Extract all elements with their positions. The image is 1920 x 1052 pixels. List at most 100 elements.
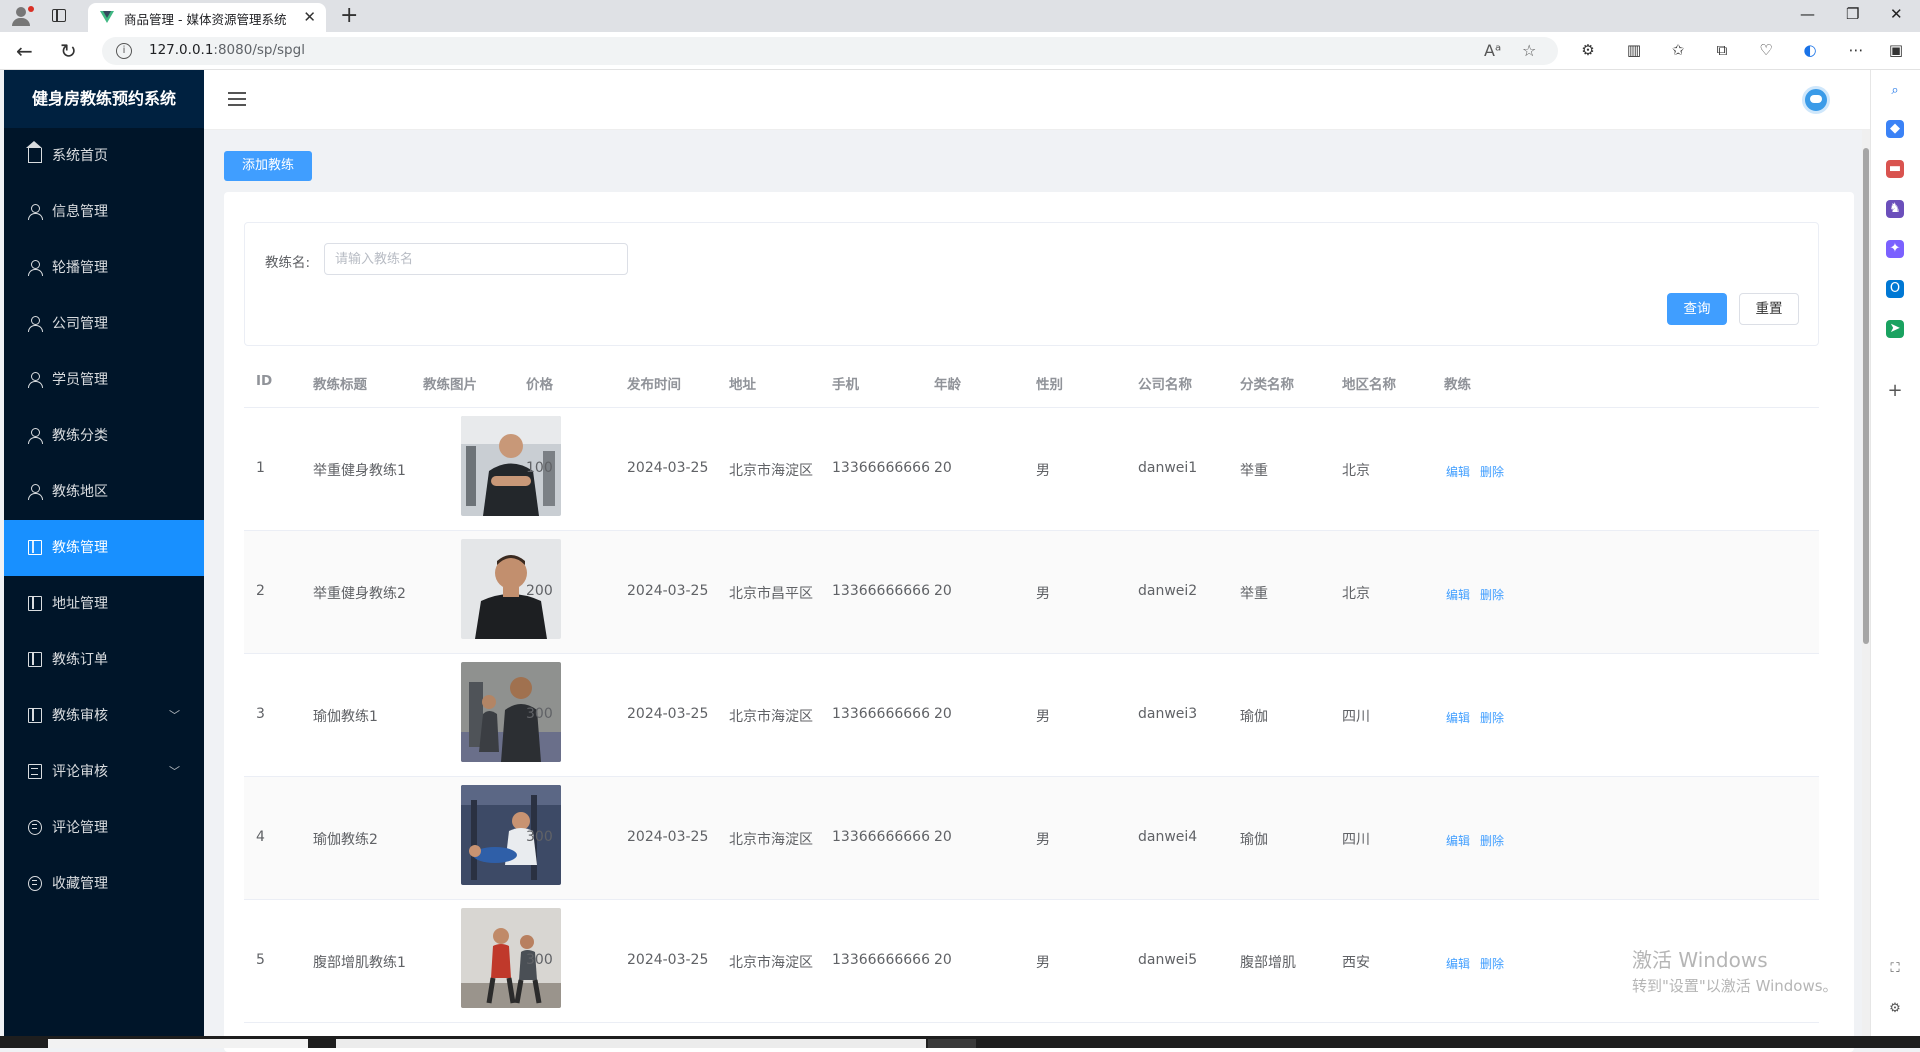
browser-tab[interactable]: 商品管理 - 媒体资源管理系统 ✕ [88, 3, 326, 32]
sidebar-item-favorites[interactable]: 收藏管理 [4, 856, 204, 912]
restore-icon[interactable]: ❐ [1846, 5, 1859, 23]
home-icon [26, 141, 42, 163]
cell-date: 2024-03-25 [627, 829, 709, 845]
table-row: 2 举重健身教练2 200 2024-03-25 北京市昌平区 13366666… [244, 531, 1819, 654]
profile-icon[interactable] [10, 6, 34, 26]
sidebar-item-address[interactable]: 地址管理 [4, 576, 204, 632]
cell-price: 200 [526, 583, 553, 599]
outlook-icon[interactable]: O [1886, 280, 1904, 298]
cell-category: 举重 [1240, 463, 1268, 479]
avatar[interactable] [1802, 86, 1830, 114]
drop-icon[interactable]: ➤ [1886, 320, 1904, 338]
reload-icon[interactable]: ↻ [60, 39, 77, 63]
chat-icon [28, 820, 42, 835]
app-header [204, 70, 1870, 130]
sidebar-item-coach-management[interactable]: 教练管理 [4, 520, 204, 576]
screenshot-icon[interactable]: ⛶ [1886, 960, 1904, 978]
cell-id: 2 [256, 583, 265, 599]
search-panel: 教练名: 查询 重置 [244, 222, 1819, 346]
sidebar-item-coach-review[interactable]: 教练审核 ﹀ [4, 688, 204, 744]
browser-essentials-icon[interactable]: ♡ [1756, 40, 1776, 60]
menu-toggle-icon[interactable] [228, 92, 246, 108]
edit-button[interactable]: 编辑 [1446, 463, 1470, 480]
scrollbar-thumb[interactable] [1863, 148, 1869, 644]
favorite-star-icon[interactable]: ☆ [1522, 41, 1536, 60]
sidebar-item-coach-category[interactable]: 教练分类 [4, 408, 204, 464]
delete-button[interactable]: 删除 [1480, 586, 1504, 603]
read-aloud-icon[interactable]: Aᵃ [1484, 41, 1501, 60]
edit-button[interactable]: 编辑 [1446, 955, 1470, 972]
reset-button[interactable]: 重置 [1739, 293, 1799, 325]
column-header: 手机 [832, 377, 859, 393]
cell-sex: 男 [1036, 955, 1050, 971]
sidebar-item-coach-region[interactable]: 教练地区 [4, 464, 204, 520]
delete-button[interactable]: 删除 [1480, 709, 1504, 726]
cell-region: 四川 [1342, 832, 1370, 848]
delete-button[interactable]: 删除 [1480, 955, 1504, 972]
cell-phone: 13366666666 [832, 583, 930, 599]
delete-button[interactable]: 删除 [1480, 832, 1504, 849]
settings-gear-icon[interactable]: ⚙ [1886, 1000, 1904, 1018]
column-header: ID [256, 373, 273, 389]
sidebar-toggle-icon[interactable]: ▣ [1886, 40, 1906, 60]
edit-button[interactable]: 编辑 [1446, 709, 1470, 726]
book-icon [28, 708, 42, 723]
sidebar-item-comments[interactable]: 评论管理 [4, 800, 204, 856]
tab-actions-icon[interactable] [52, 9, 66, 22]
cell-age: 20 [934, 952, 952, 968]
sidebar-item-home[interactable]: 系统首页 [4, 128, 204, 184]
split-screen-icon[interactable]: ▥ [1624, 40, 1644, 60]
url-field[interactable]: i 127.0.0.1:8080/sp/spgl Aᵃ ☆ [102, 37, 1558, 65]
games-icon[interactable]: ♞ [1886, 200, 1904, 218]
add-panel-icon[interactable]: + [1886, 382, 1904, 400]
sidebar-item-label: 公司管理 [52, 316, 108, 332]
edit-button[interactable]: 编辑 [1446, 832, 1470, 849]
extensions-icon[interactable]: ⚙ [1578, 40, 1598, 60]
collections-icon[interactable]: ⧉ [1712, 40, 1732, 60]
minimize-icon[interactable]: — [1800, 5, 1815, 23]
app-sidebar: 健身房教练预约系统 系统首页 信息管理 轮播管理 公司管理 学员管理 教练分类 … [4, 70, 204, 1036]
chat-icon [28, 876, 42, 891]
copilot-icon[interactable]: ◐ [1800, 40, 1820, 60]
delete-button[interactable]: 删除 [1480, 463, 1504, 480]
back-icon[interactable]: ← [16, 39, 33, 63]
sidebar-item-students[interactable]: 学员管理 [4, 352, 204, 408]
page-scrollbar[interactable] [1862, 130, 1870, 1036]
sidebar-item-label: 轮播管理 [52, 260, 108, 276]
sidebar-item-comment-review[interactable]: 评论审核 ﹀ [4, 744, 204, 800]
edit-button[interactable]: 编辑 [1446, 586, 1470, 603]
sidebar-item-info[interactable]: 信息管理 [4, 184, 204, 240]
cell-title: 瑜伽教练2 [313, 832, 378, 848]
column-header: 公司名称 [1138, 377, 1192, 393]
cell-sex: 男 [1036, 709, 1050, 725]
cell-address: 北京市海淀区 [729, 463, 813, 479]
cell-company: danwei4 [1138, 829, 1198, 845]
cell-company: danwei3 [1138, 706, 1198, 722]
shopping-icon[interactable]: ◆ [1886, 120, 1904, 138]
sidebar-item-label: 教练管理 [52, 540, 108, 556]
query-button[interactable]: 查询 [1667, 293, 1727, 325]
add-coach-button[interactable]: 添加教练 [224, 151, 312, 181]
sidebar-item-label: 地址管理 [52, 596, 108, 612]
cell-sex: 男 [1036, 832, 1050, 848]
favorites-icon[interactable]: ✩ [1668, 40, 1688, 60]
coach-name-input[interactable] [324, 243, 628, 275]
cell-company: danwei2 [1138, 583, 1198, 599]
window-close-icon[interactable]: ✕ [1890, 5, 1903, 23]
search-icon[interactable]: ⌕ [1886, 82, 1904, 100]
copilot-side-icon[interactable]: ✦ [1886, 240, 1904, 258]
cell-phone: 13366666666 [832, 952, 930, 968]
close-tab-icon[interactable]: ✕ [303, 8, 316, 26]
watermark-subtitle: 转到"设置"以激活 Windows。 [1632, 977, 1838, 995]
sidebar-item-company[interactable]: 公司管理 [4, 296, 204, 352]
tools-icon[interactable]: ▬ [1886, 160, 1904, 178]
user-icon [28, 204, 43, 220]
sidebar-item-coach-orders[interactable]: 教练订单 [4, 632, 204, 688]
address-bar: ← ↻ i 127.0.0.1:8080/sp/spgl Aᵃ ☆ ⚙ ▥ ✩ … [0, 32, 1920, 70]
more-menu-icon[interactable]: ⋯ [1846, 40, 1866, 60]
sidebar-item-carousel[interactable]: 轮播管理 [4, 240, 204, 296]
column-header: 地址 [729, 377, 756, 393]
user-icon [28, 316, 43, 332]
site-info-icon[interactable]: i [116, 43, 132, 59]
new-tab-icon[interactable]: + [340, 3, 358, 28]
